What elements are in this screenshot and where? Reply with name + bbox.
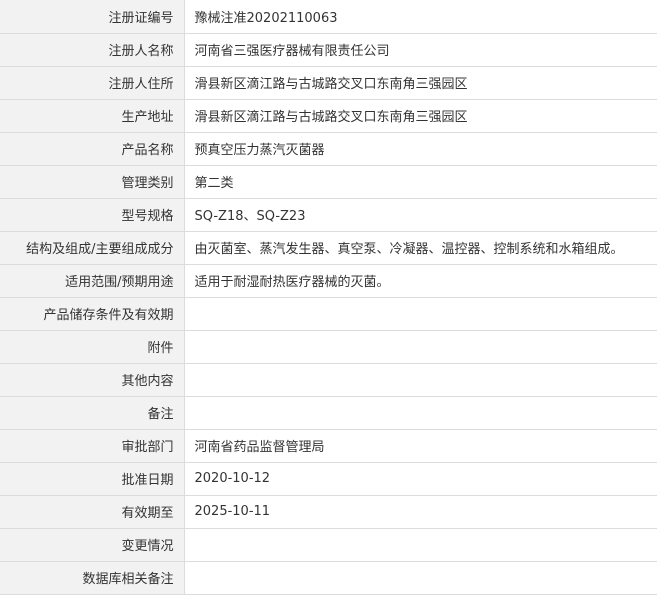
row-value: 2025-10-11 xyxy=(184,494,657,529)
row-label: 备注 xyxy=(0,395,185,430)
table-row-structure-composition: 结构及组成/主要组成成分 由灭菌室、蒸汽发生器、真空泵、冷凝器、温控器、控制系统… xyxy=(0,230,657,265)
table-row-management-class: 管理类别 第二类 xyxy=(0,164,657,199)
table-row-production-address: 生产地址 滑县新区滴江路与古城路交叉口东南角三强园区 xyxy=(0,98,657,133)
table-row-remarks: 备注 xyxy=(0,395,657,430)
row-value xyxy=(184,362,657,397)
table-row-approval-department: 审批部门 河南省药品监督管理局 xyxy=(0,428,657,463)
row-value: 滑县新区滴江路与古城路交叉口东南角三强园区 xyxy=(184,65,657,100)
row-value: SQ-Z18、SQ-Z23 xyxy=(184,197,657,232)
row-value: 由灭菌室、蒸汽发生器、真空泵、冷凝器、温控器、控制系统和水箱组成。 xyxy=(184,230,657,265)
row-label: 生产地址 xyxy=(0,98,185,133)
row-label: 型号规格 xyxy=(0,197,185,232)
table-row-registrant-name: 注册人名称 河南省三强医疗器械有限责任公司 xyxy=(0,32,657,67)
table-row-other-content: 其他内容 xyxy=(0,362,657,397)
table-row-change-history: 变更情况 xyxy=(0,527,657,562)
row-label: 批准日期 xyxy=(0,461,185,496)
row-value xyxy=(184,296,657,331)
table-row-registration-number: 注册证编号 豫械注准20202110063 xyxy=(0,0,657,34)
row-label: 结构及组成/主要组成成分 xyxy=(0,230,185,265)
table-row-storage-validity: 产品储存条件及有效期 xyxy=(0,296,657,331)
registration-info-table: 注册证编号 豫械注准20202110063 注册人名称 河南省三强医疗器械有限责… xyxy=(0,0,657,595)
table-row-product-name: 产品名称 预真空压力蒸汽灭菌器 xyxy=(0,131,657,166)
table-row-database-notes: 数据库相关备注 xyxy=(0,560,657,595)
row-label: 注册人名称 xyxy=(0,32,185,67)
row-value: 预真空压力蒸汽灭菌器 xyxy=(184,131,657,166)
row-label: 产品名称 xyxy=(0,131,185,166)
row-label: 附件 xyxy=(0,329,185,364)
table-row-intended-use: 适用范围/预期用途 适用于耐湿耐热医疗器械的灭菌。 xyxy=(0,263,657,298)
row-label: 注册证编号 xyxy=(0,0,185,34)
row-label: 数据库相关备注 xyxy=(0,560,185,595)
row-value: 2020-10-12 xyxy=(184,461,657,496)
row-value: 河南省药品监督管理局 xyxy=(184,428,657,463)
row-label: 管理类别 xyxy=(0,164,185,199)
row-label: 审批部门 xyxy=(0,428,185,463)
row-label: 变更情况 xyxy=(0,527,185,562)
row-value xyxy=(184,527,657,562)
row-value: 豫械注准20202110063 xyxy=(184,0,657,34)
row-label: 适用范围/预期用途 xyxy=(0,263,185,298)
row-value xyxy=(184,329,657,364)
table-row-model-spec: 型号规格 SQ-Z18、SQ-Z23 xyxy=(0,197,657,232)
row-label: 有效期至 xyxy=(0,494,185,529)
table-row-attachments: 附件 xyxy=(0,329,657,364)
row-label: 产品储存条件及有效期 xyxy=(0,296,185,331)
row-value: 适用于耐湿耐热医疗器械的灭菌。 xyxy=(184,263,657,298)
row-value: 河南省三强医疗器械有限责任公司 xyxy=(184,32,657,67)
row-label: 注册人住所 xyxy=(0,65,185,100)
row-value: 滑县新区滴江路与古城路交叉口东南角三强园区 xyxy=(184,98,657,133)
table-row-approval-date: 批准日期 2020-10-12 xyxy=(0,461,657,496)
table-row-valid-until: 有效期至 2025-10-11 xyxy=(0,494,657,529)
row-value: 第二类 xyxy=(184,164,657,199)
row-value xyxy=(184,560,657,595)
table-row-registrant-address: 注册人住所 滑县新区滴江路与古城路交叉口东南角三强园区 xyxy=(0,65,657,100)
row-label: 其他内容 xyxy=(0,362,185,397)
row-value xyxy=(184,395,657,430)
